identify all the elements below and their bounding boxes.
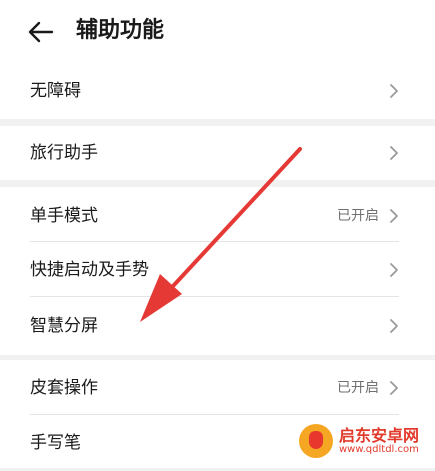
chevron-right-icon bbox=[390, 209, 398, 223]
chevron-right-icon bbox=[390, 84, 398, 98]
chevron-right-icon bbox=[390, 146, 398, 160]
settings-item-label: 快捷启动及手势 bbox=[30, 260, 149, 280]
settings-group-2: 旅行助手 bbox=[0, 126, 435, 180]
settings-item-label: 旅行助手 bbox=[30, 143, 98, 163]
settings-item-smart-split-screen[interactable]: 智慧分屏 bbox=[0, 298, 435, 354]
status-text: 已开启 bbox=[337, 380, 379, 396]
status-text: 已开启 bbox=[337, 208, 379, 224]
chevron-right-icon bbox=[390, 263, 398, 277]
watermark-title: 启东安卓网 bbox=[339, 426, 420, 445]
settings-item-label: 无障碍 bbox=[30, 81, 81, 101]
settings-group-3: 单手模式 已开启 快捷启动及手势 智慧分屏 bbox=[0, 187, 435, 355]
settings-item-label: 单手模式 bbox=[30, 206, 98, 226]
watermark-url: www.qdltdl.com bbox=[339, 444, 419, 455]
settings-item-quick-launch-gestures[interactable]: 快捷启动及手势 bbox=[0, 242, 435, 298]
page-title: 辅助功能 bbox=[76, 18, 165, 43]
chevron-right-icon bbox=[390, 381, 398, 395]
settings-item-one-hand-mode[interactable]: 单手模式 已开启 bbox=[0, 188, 435, 244]
app-header: 辅助功能 bbox=[0, 0, 435, 64]
settings-group-1: 无障碍 bbox=[0, 64, 435, 119]
settings-item-label: 手写笔 bbox=[30, 433, 81, 453]
settings-item-accessibility[interactable]: 无障碍 bbox=[0, 63, 435, 119]
chevron-right-icon bbox=[390, 319, 398, 333]
settings-item-label: 皮套操作 bbox=[30, 378, 98, 398]
watermark-logo-icon bbox=[299, 424, 333, 458]
watermark: 启东安卓网 www.qdltdl.com bbox=[299, 420, 429, 464]
arrow-left-icon[interactable] bbox=[26, 17, 56, 47]
settings-item-cover-operation[interactable]: 皮套操作 已开启 bbox=[0, 360, 435, 416]
settings-item-travel-assistant[interactable]: 旅行助手 bbox=[0, 125, 435, 181]
settings-item-label: 智慧分屏 bbox=[30, 316, 98, 336]
divider bbox=[30, 296, 399, 297]
